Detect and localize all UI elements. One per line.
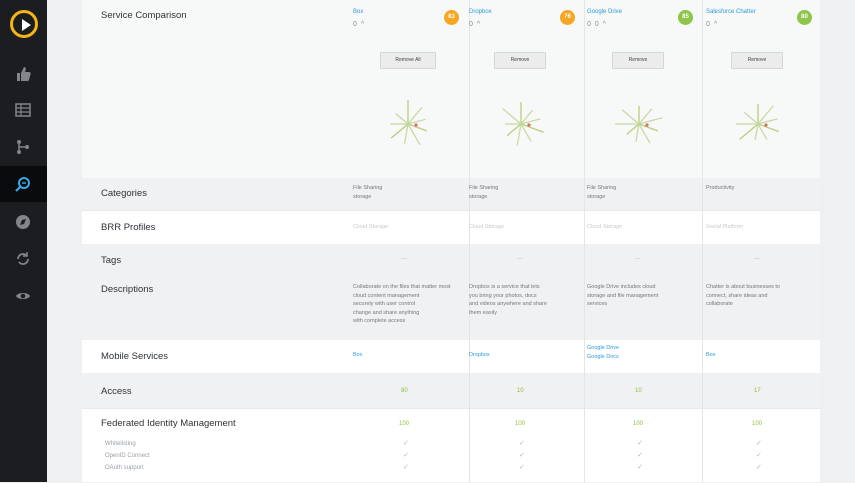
cell-tags: —	[401, 256, 407, 262]
remove-button[interactable]: Remove	[494, 52, 546, 69]
cell-categories: File Sharing storage	[353, 185, 383, 200]
service-column: Salesforce Chatter 0 ^ 80 Remove Product…	[706, 0, 822, 482]
score-badge: 76	[560, 10, 575, 25]
label-federated: Federated Identity Management	[101, 418, 236, 429]
remove-button[interactable]: Remove All	[380, 52, 436, 69]
check-icon: ✓	[403, 452, 409, 459]
cell-mobile-link[interactable]: Box	[353, 351, 362, 360]
cell-tags: —	[517, 256, 523, 262]
cell-mobile-link[interactable]: Box	[706, 351, 715, 360]
label-bfr-profiles: BRR Profiles	[101, 222, 156, 233]
label-categories: Categories	[101, 188, 147, 199]
search-compare-icon[interactable]	[15, 176, 31, 192]
radar-chart	[502, 102, 544, 146]
radar-chart	[390, 100, 428, 146]
radar-chart	[736, 104, 779, 140]
service-column: Box 0 ^ 83 Remove All File Sharing stora…	[353, 0, 469, 482]
cell-bfr-profile: Social Platform	[706, 224, 743, 230]
sub-label-0: Whitelisting	[105, 441, 136, 447]
service-name-link[interactable]: Salesforce Chatter	[706, 9, 756, 15]
label-descriptions: Descriptions	[101, 284, 154, 295]
cell-categories: File Sharing storage	[469, 185, 499, 200]
cell-access-score: 10	[517, 388, 524, 394]
cell-description: Dropbox is a service that lets you bring…	[469, 284, 547, 316]
cell-access-score: 10	[635, 388, 642, 394]
page-title: Service Comparison	[101, 10, 187, 21]
remove-button[interactable]: Remove	[731, 52, 783, 69]
comparison-panel: Service Comparison Categories BRR Profil…	[82, 0, 820, 482]
service-meta: 0 ^	[353, 21, 366, 28]
check-icon: ✓	[403, 440, 409, 447]
remove-button[interactable]: Remove	[612, 52, 664, 69]
sub-label-1: OpenID Connect	[105, 453, 150, 459]
service-name-link[interactable]: Dropbox	[469, 9, 492, 15]
cell-bfr-profile: Cloud Storage	[587, 224, 623, 230]
check-icon: ✓	[519, 452, 525, 459]
branch-icon[interactable]	[15, 139, 31, 155]
check-icon: ✓	[637, 440, 643, 447]
cell-federated-score: 100	[633, 421, 644, 427]
sidebar	[0, 0, 47, 482]
label-access: Access	[101, 386, 132, 397]
radar-marker	[527, 123, 531, 127]
cell-tags: —	[754, 256, 760, 262]
check-icon: ✓	[519, 464, 525, 471]
cell-federated-score: 100	[752, 421, 763, 427]
cell-federated-score: 100	[515, 421, 526, 427]
check-icon: ✓	[519, 440, 525, 447]
cell-categories: File Sharing storage	[587, 185, 617, 200]
cell-tags: —	[635, 256, 641, 262]
service-meta: 0 ^	[706, 21, 719, 28]
check-icon: ✓	[637, 452, 643, 459]
service-meta: 0 0 ^	[587, 21, 607, 28]
label-mobile-services: Mobile Services	[101, 351, 169, 362]
cell-bfr-profile: Cloud Storage	[353, 224, 389, 230]
thumbs-up-icon[interactable]	[15, 66, 31, 82]
app-logo-play-icon[interactable]	[10, 10, 38, 38]
cell-mobile-link[interactable]: Google Drive Google Docs	[587, 344, 619, 361]
radar-marker	[414, 123, 418, 127]
radar-spoke	[395, 113, 409, 125]
score-badge: 80	[797, 10, 812, 25]
label-tags: Tags	[101, 255, 122, 266]
cell-description: Google Drive includes cloud storage and …	[587, 284, 659, 307]
cell-access-score: 17	[754, 388, 761, 394]
service-column: Dropbox 0 ^ 76 Remove File Sharing stora…	[469, 0, 585, 482]
service-meta: 0 ^	[469, 21, 482, 28]
service-name-link[interactable]: Google Drive	[587, 9, 622, 15]
cell-mobile-link[interactable]: Dropbox	[469, 351, 490, 360]
radar-spoke	[757, 105, 774, 125]
radar-marker	[645, 123, 649, 127]
score-badge: 85	[678, 10, 693, 25]
check-icon: ✓	[756, 452, 762, 459]
radar-chart	[615, 106, 663, 144]
cell-federated-score: 100	[399, 421, 410, 427]
radar-spoke	[502, 108, 522, 125]
service-column: Google Drive 0 0 ^ 85 Remove File Sharin…	[587, 0, 703, 482]
radar-marker	[764, 123, 768, 127]
grid-icon[interactable]	[15, 102, 31, 118]
compass-icon[interactable]	[15, 214, 31, 230]
eye-icon[interactable]	[15, 288, 31, 304]
sub-label-2: OAuth support	[105, 465, 144, 471]
sync-icon[interactable]	[15, 251, 31, 267]
check-icon: ✓	[756, 440, 762, 447]
check-icon: ✓	[403, 464, 409, 471]
cell-access-score: 80	[401, 388, 408, 394]
check-icon: ✓	[756, 464, 762, 471]
cell-description: Collaborate on the files that matter mos…	[353, 284, 451, 324]
radar-spoke	[743, 111, 759, 125]
score-badge: 83	[444, 10, 459, 25]
check-icon: ✓	[637, 464, 643, 471]
sidebar-item-active[interactable]	[0, 166, 47, 202]
radar-spoke	[621, 109, 640, 125]
cell-description: Chatter is about businesses to connect, …	[706, 284, 780, 307]
service-name-link[interactable]: Box	[353, 9, 363, 15]
cell-categories: Productivity	[706, 185, 735, 191]
cell-bfr-profile: Cloud Storage	[469, 224, 505, 230]
radar-spoke	[638, 117, 663, 125]
